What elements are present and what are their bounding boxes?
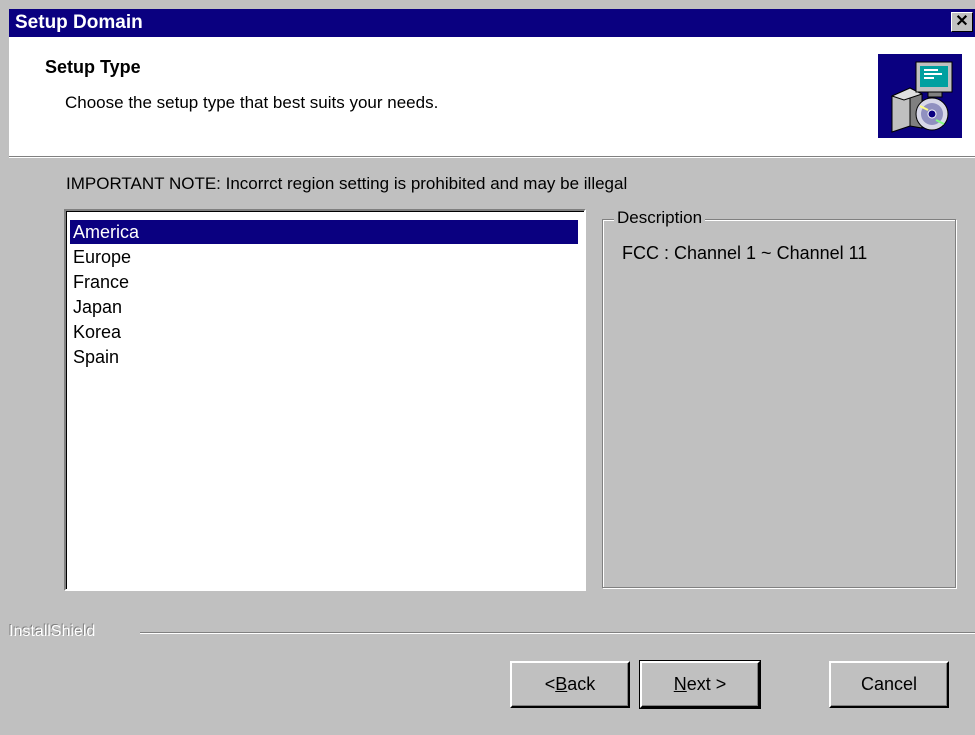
description-label: Description xyxy=(614,208,706,228)
list-item-korea[interactable]: Korea xyxy=(70,320,121,344)
close-icon: ✕ xyxy=(955,13,969,30)
title-bar[interactable]: Setup Domain ✕ xyxy=(9,9,975,37)
header-panel: Setup Type Choose the setup type that be… xyxy=(9,37,975,156)
next-button-rest: ext > xyxy=(686,674,727,694)
description-text: FCC : Channel 1 ~ Channel 11 xyxy=(622,243,868,263)
installshield-brand: InstallShield xyxy=(9,623,102,641)
setup-install-icon xyxy=(878,54,962,138)
cancel-button-label: Cancel xyxy=(860,674,918,694)
close-button[interactable]: ✕ xyxy=(951,12,973,32)
region-listbox[interactable]: America Europe France Japan Korea Spain xyxy=(64,209,586,591)
list-item-france[interactable]: France xyxy=(70,270,129,294)
next-button-accel: N xyxy=(673,674,687,694)
window-title: Setup Domain xyxy=(15,12,143,33)
next-button[interactable]: Next > xyxy=(639,660,761,709)
back-button-rest: ack xyxy=(567,674,596,694)
list-item-japan[interactable]: Japan xyxy=(70,295,122,319)
important-note: IMPORTANT NOTE: Incorrct region setting … xyxy=(66,174,628,193)
page-subtitle: Choose the setup type that best suits yo… xyxy=(65,93,439,112)
header-divider xyxy=(9,156,975,158)
brand-divider xyxy=(140,632,975,634)
page-title: Setup Type xyxy=(45,57,141,77)
list-item-europe[interactable]: Europe xyxy=(70,245,131,269)
cancel-button[interactable]: Cancel xyxy=(829,661,949,708)
setup-domain-window: Setup Domain ✕ Setup Type Choose the set… xyxy=(0,0,975,735)
back-button-accel: B xyxy=(555,674,568,694)
back-button-prefix: < xyxy=(544,674,556,694)
list-item-america[interactable]: America xyxy=(70,220,578,244)
list-item-spain[interactable]: Spain xyxy=(70,345,119,369)
back-button[interactable]: < Back xyxy=(510,661,630,708)
description-groupbox xyxy=(602,219,956,588)
